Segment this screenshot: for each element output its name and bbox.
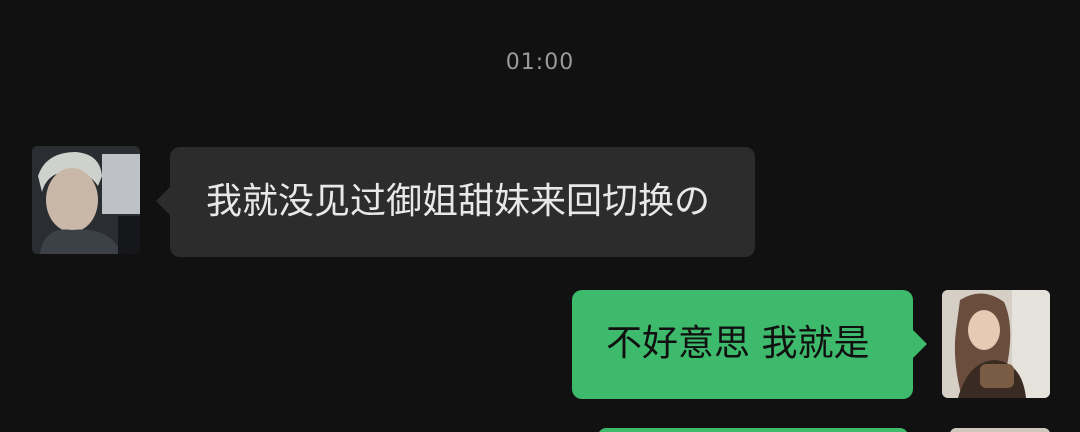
female-avatar-image xyxy=(942,290,1050,398)
male-avatar-image xyxy=(32,146,140,254)
message-timestamp: 01:00 xyxy=(505,50,575,75)
self-avatar[interactable] xyxy=(942,290,1050,398)
next-outgoing-bubble-edge xyxy=(598,428,908,432)
contact-avatar[interactable] xyxy=(32,146,140,254)
incoming-message-bubble[interactable]: 我就没见过御姐甜妹来回切换の xyxy=(156,147,755,257)
next-avatar-edge xyxy=(950,428,1050,432)
chat-view: 01:00 我就没见过御姐甜妹来回切换の 不好意思 我就是 xyxy=(0,0,1080,432)
outgoing-message-bubble[interactable]: 不好意思 我就是 xyxy=(572,290,927,399)
